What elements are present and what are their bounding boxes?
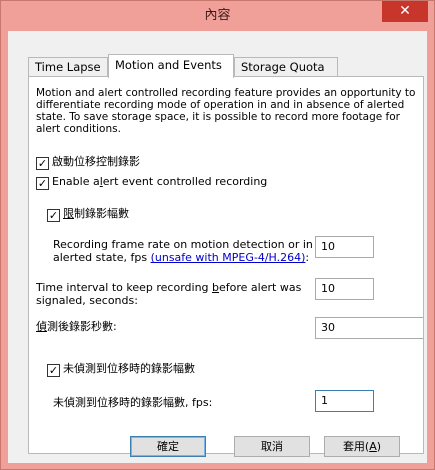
apply-button[interactable]: 套用(A) xyxy=(324,436,400,457)
tab-storage-quota[interactable]: Storage Quota xyxy=(234,57,338,77)
checkbox-check-icon[interactable]: ✓ xyxy=(36,177,49,190)
motion-events-panel: Motion and alert controlled recording fe… xyxy=(28,76,424,454)
dialog-body: Time Lapse Motion and Events Storage Quo… xyxy=(8,31,427,463)
motion-control-checkbox[interactable]: ✓ 啟動位移控制錄影 xyxy=(36,153,140,170)
limit-frames-label: 限制錄影幅數 xyxy=(63,207,129,220)
motion-control-label: 啟動位移控制錄影 xyxy=(52,155,140,168)
close-button[interactable]: ✕ xyxy=(382,1,428,22)
limit-frames-checkbox[interactable]: ✓ 限制錄影幅數 xyxy=(47,205,129,222)
motion-rate-label: Recording frame rate on motion detection… xyxy=(53,238,313,264)
after-detect-label: 偵測後錄影秒數: xyxy=(36,320,117,333)
unsafe-codec-link[interactable]: (unsafe with MPEG-4/H.264) xyxy=(151,251,306,264)
ok-button[interactable]: 確定 xyxy=(130,436,206,457)
feature-description: Motion and alert controlled recording fe… xyxy=(36,87,416,135)
properties-dialog: 內容 ✕ Time Lapse Motion and Events Storag… xyxy=(0,0,435,470)
before-alert-input[interactable]: 10 xyxy=(315,278,374,300)
alert-event-checkbox[interactable]: ✓ Enable alert event controlled recording xyxy=(36,175,267,190)
checkbox-check-icon[interactable]: ✓ xyxy=(36,157,49,170)
alert-event-label: Enable alert event controlled recording xyxy=(52,175,268,188)
tab-motion-and-events[interactable]: Motion and Events xyxy=(108,54,234,78)
no-motion-frames-checkbox[interactable]: ✓ 未偵測到位移時的錄影幅數 xyxy=(47,360,195,377)
no-motion-frames-label: 未偵測到位移時的錄影幅數 xyxy=(63,362,195,375)
after-detect-input[interactable]: 30 xyxy=(315,317,423,339)
checkbox-check-icon[interactable]: ✓ xyxy=(47,209,60,222)
motion-rate-input[interactable]: 10 xyxy=(315,236,374,258)
window-title: 內容 xyxy=(204,8,231,23)
before-alert-label: Time interval to keep recording before a… xyxy=(36,281,302,307)
title-bar: 內容 ✕ xyxy=(1,1,434,31)
tab-time-lapse[interactable]: Time Lapse xyxy=(28,57,108,77)
cancel-button[interactable]: 取消 xyxy=(234,436,310,457)
checkbox-check-icon[interactable]: ✓ xyxy=(47,364,60,377)
close-icon: ✕ xyxy=(399,3,411,19)
no-motion-rate-label: 未偵測到位移時的錄影幅數, fps: xyxy=(53,396,213,409)
no-motion-rate-input[interactable]: 1 xyxy=(315,390,374,412)
